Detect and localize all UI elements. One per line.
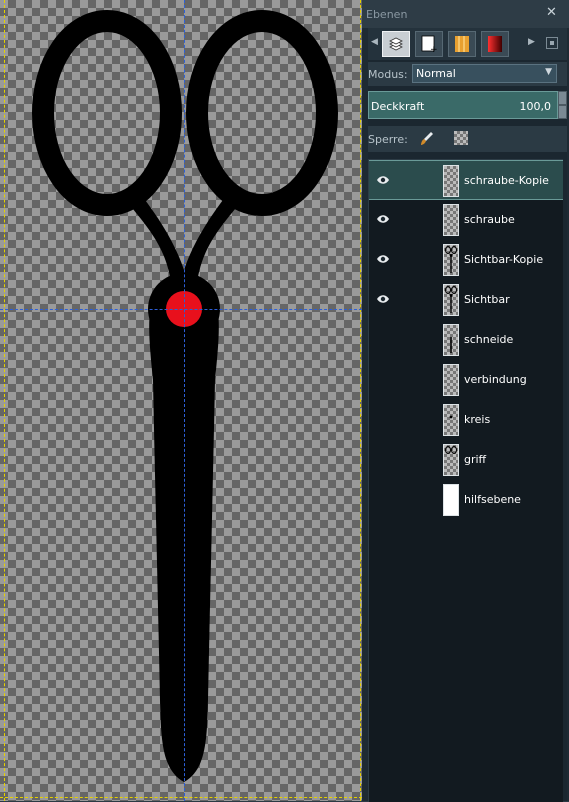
layer-row[interactable]: verbindung	[369, 360, 563, 400]
tab-menu-icon[interactable]	[546, 37, 558, 49]
opacity-label: Deckkraft	[371, 100, 425, 113]
opacity-value: 100,0	[519, 100, 552, 113]
layer-name[interactable]: schneide	[464, 333, 513, 346]
layer-row[interactable]: hilfsebene	[369, 480, 563, 520]
mode-select[interactable]: Normal ▼	[412, 64, 557, 83]
layer-name[interactable]: griff	[464, 453, 486, 466]
visibility-toggle[interactable]	[376, 454, 390, 464]
spin-down-icon[interactable]	[559, 106, 566, 118]
layer-name[interactable]: kreis	[464, 413, 490, 426]
paths-icon	[455, 36, 469, 52]
layer-thumbnail[interactable]	[443, 484, 459, 516]
layers-tab[interactable]	[382, 31, 410, 57]
layer-name[interactable]: schraube	[464, 213, 515, 226]
canvas-border-left	[4, 0, 5, 801]
layer-thumbnail[interactable]	[443, 165, 459, 197]
layer-thumbnail[interactable]	[443, 324, 459, 356]
dock-title: Ebenen	[366, 8, 408, 21]
eye-icon[interactable]	[376, 175, 390, 185]
layer-name[interactable]: verbindung	[464, 373, 527, 386]
channels-icon: +	[421, 35, 437, 53]
mode-value: Normal	[416, 67, 456, 80]
visibility-toggle[interactable]	[376, 374, 390, 384]
left-handle-ring	[32, 10, 182, 216]
layer-row[interactable]: Sichtbar-Kopie	[369, 240, 563, 280]
layer-row[interactable]: griff	[369, 440, 563, 480]
layer-thumbnail[interactable]	[443, 444, 459, 476]
mode-row: Modus: Normal ▼	[368, 62, 567, 86]
layer-row[interactable]: schraube-Kopie	[369, 160, 563, 200]
mode-label: Modus:	[368, 68, 408, 81]
layer-thumbnail[interactable]	[443, 404, 459, 436]
close-icon[interactable]: ✕	[546, 5, 557, 21]
paintbrush-icon[interactable]	[420, 131, 434, 146]
chevron-down-icon: ▼	[545, 67, 552, 77]
layer-row[interactable]: kreis	[369, 400, 563, 440]
scissors-drawing	[32, 10, 338, 782]
layer-row[interactable]: schneide	[369, 320, 563, 360]
lock-label: Sperre:	[368, 133, 408, 146]
image-canvas[interactable]	[0, 0, 362, 801]
layer-name[interactable]: hilfsebene	[464, 493, 521, 506]
layer-thumbnail[interactable]	[443, 364, 459, 396]
eye-icon[interactable]	[376, 294, 390, 304]
horizontal-guide[interactable]	[0, 309, 362, 310]
dock-tabbar: ◀ + ▶	[368, 28, 567, 60]
layer-thumbnail[interactable]	[443, 204, 459, 236]
visibility-toggle[interactable]	[376, 494, 390, 504]
opacity-slider[interactable]: Deckkraft 100,0	[368, 91, 558, 119]
tab-scroll-left-icon[interactable]: ◀	[371, 37, 378, 47]
visibility-toggle[interactable]	[376, 414, 390, 424]
layer-name[interactable]: Sichtbar	[464, 293, 510, 306]
layer-name[interactable]: schraube-Kopie	[464, 174, 549, 187]
eye-icon[interactable]	[376, 214, 390, 224]
spin-up-icon[interactable]	[559, 92, 566, 104]
layer-list[interactable]: schraube-Kopie schraube Sichtbar-Kopie Sich…	[368, 159, 563, 802]
layers-dock: Ebenen ✕ ◀ + ▶ Modus: Normal ▼ Deckkraft…	[362, 0, 569, 802]
dock-titlebar[interactable]: Ebenen ✕	[362, 0, 569, 28]
layer-thumbnail[interactable]	[443, 284, 459, 316]
opacity-spinner[interactable]	[558, 91, 567, 119]
channels-tab[interactable]: +	[415, 31, 443, 57]
layer-row[interactable]: schraube	[369, 200, 563, 240]
lock-row: Sperre:	[368, 126, 567, 152]
svg-text:+: +	[430, 45, 437, 53]
paths-tab[interactable]	[448, 31, 476, 57]
tab-scroll-right-icon[interactable]: ▶	[528, 37, 535, 47]
layers-icon	[389, 37, 403, 51]
canvas-border-bottom	[0, 797, 362, 798]
layer-row[interactable]: Sichtbar	[369, 280, 563, 320]
eye-icon[interactable]	[376, 254, 390, 264]
gradient-icon	[488, 36, 502, 52]
right-handle-ring	[186, 10, 338, 216]
vertical-guide[interactable]	[184, 0, 185, 801]
layers-panel: ◀ + ▶ Modus: Normal ▼ Deckkraft 100,0 Sp…	[368, 28, 567, 802]
colormap-tab[interactable]	[481, 31, 509, 57]
layer-name[interactable]: Sichtbar-Kopie	[464, 253, 543, 266]
visibility-toggle[interactable]	[376, 334, 390, 344]
layer-thumbnail[interactable]	[443, 244, 459, 276]
lock-alpha-icon[interactable]	[454, 131, 468, 145]
canvas-border-right	[360, 0, 361, 801]
